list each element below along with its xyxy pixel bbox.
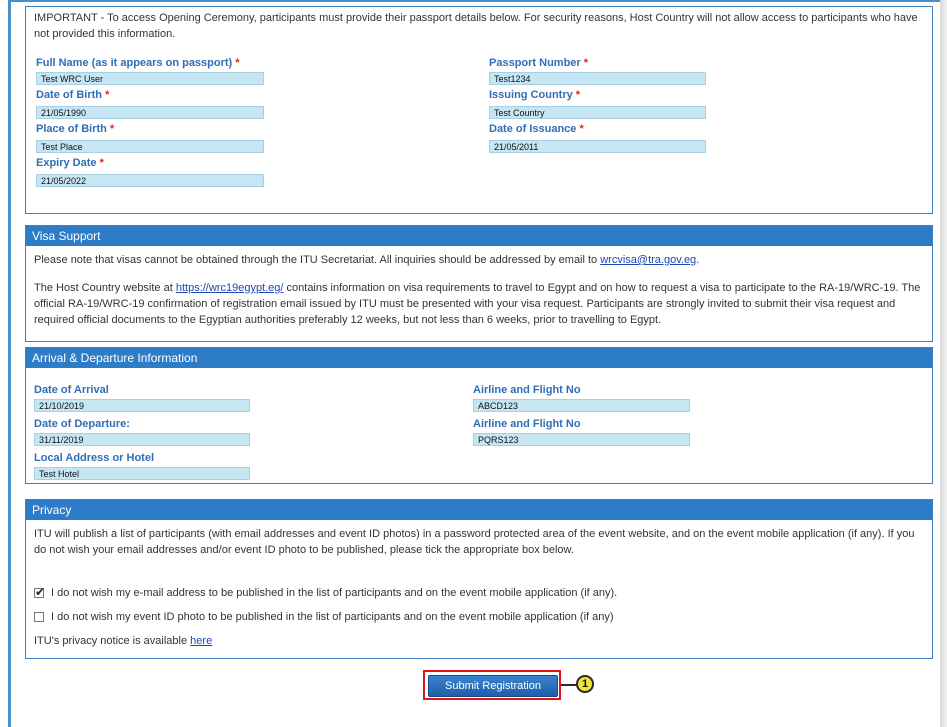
visa-email-link[interactable]: wrcvisa@tra.gov.eg (600, 254, 696, 266)
issuing-country-field[interactable]: Test Country (489, 106, 706, 119)
passport-panel: IMPORTANT - To access Opening Ceremony, … (25, 6, 933, 214)
passport-notice-text: IMPORTANT - To access Opening Ceremony, … (34, 12, 918, 40)
opt-out-photo-label: I do not wish my event ID photo to be pu… (51, 611, 614, 623)
date-of-arrival-label: Date of Arrival (34, 384, 109, 396)
opt-out-photo-row: I do not wish my event ID photo to be pu… (34, 611, 614, 623)
submit-registration-button[interactable]: Submit Registration (428, 675, 558, 697)
privacy-notice: ITU's privacy notice is available here (34, 635, 213, 647)
expiry-date-label: Expiry Date * (36, 157, 104, 169)
opt-out-photo-checkbox[interactable] (34, 612, 44, 622)
passport-number-label: Passport Number * (489, 57, 589, 69)
host-country-website-link[interactable]: https://wrc19egypt.eg/ (176, 282, 284, 294)
privacy-panel-title: Privacy (26, 500, 932, 520)
date-of-departure-field[interactable]: 31/11/2019 (34, 433, 250, 446)
submit-highlight-box: Submit Registration (423, 670, 561, 700)
departure-airline-label: Airline and Flight No (473, 418, 581, 430)
opt-out-email-row: ✔ I do not wish my e-mail address to be … (34, 585, 618, 599)
full-name-field[interactable]: Test WRC User (36, 72, 264, 85)
step-callout-badge: 1 (576, 675, 594, 693)
visa-paragraph-1: Please note that visas cannot be obtaine… (34, 254, 700, 266)
local-address-field[interactable]: Test Hotel (34, 467, 250, 480)
dob-label: Date of Birth * (36, 89, 110, 101)
opt-out-email-checkbox[interactable]: ✔ (34, 585, 46, 599)
date-of-issuance-field[interactable]: 21/05/2011 (489, 140, 706, 153)
full-name-label: Full Name (as it appears on passport) * (36, 57, 240, 69)
privacy-notice-link[interactable]: here (190, 635, 212, 647)
place-of-birth-field[interactable]: Test Place (36, 140, 264, 153)
privacy-panel: Privacy ITU will publish a list of parti… (25, 499, 933, 659)
date-of-arrival-field[interactable]: 21/10/2019 (34, 399, 250, 412)
checkmark-icon: ✔ (35, 585, 46, 599)
frame-right-shadow (940, 0, 947, 727)
visa-paragraph-2: The Host Country website at https://wrc1… (34, 282, 921, 326)
date-of-departure-label: Date of Departure: (34, 418, 130, 430)
visa-panel-title: Visa Support (26, 226, 932, 246)
dob-field[interactable]: 21/05/1990 (36, 106, 264, 119)
frame-left-border (8, 0, 11, 727)
callout-connector (561, 684, 577, 686)
privacy-text: ITU will publish a list of participants … (34, 528, 915, 556)
issuing-country-label: Issuing Country * (489, 89, 581, 101)
date-of-issuance-label: Date of Issuance * (489, 123, 584, 135)
arrival-airline-label: Airline and Flight No (473, 384, 581, 396)
departure-airline-field[interactable]: PQRS123 (473, 433, 690, 446)
top-border (11, 0, 940, 2)
arrival-panel-title: Arrival & Departure Information (26, 348, 932, 368)
opt-out-email-label: I do not wish my e-mail address to be pu… (51, 587, 618, 599)
local-address-label: Local Address or Hotel (34, 452, 155, 464)
registration-page: IMPORTANT - To access Opening Ceremony, … (0, 0, 947, 727)
passport-number-field[interactable]: Test1234 (489, 72, 706, 85)
expiry-date-field[interactable]: 21/05/2022 (36, 174, 264, 187)
passport-notice: IMPORTANT - To access Opening Ceremony, … (34, 10, 919, 42)
arrival-departure-panel: Arrival & Departure Information Date of … (25, 347, 933, 484)
arrival-airline-field[interactable]: ABCD123 (473, 399, 690, 412)
visa-panel: Visa Support Please note that visas cann… (25, 225, 933, 342)
place-of-birth-label: Place of Birth * (36, 123, 115, 135)
